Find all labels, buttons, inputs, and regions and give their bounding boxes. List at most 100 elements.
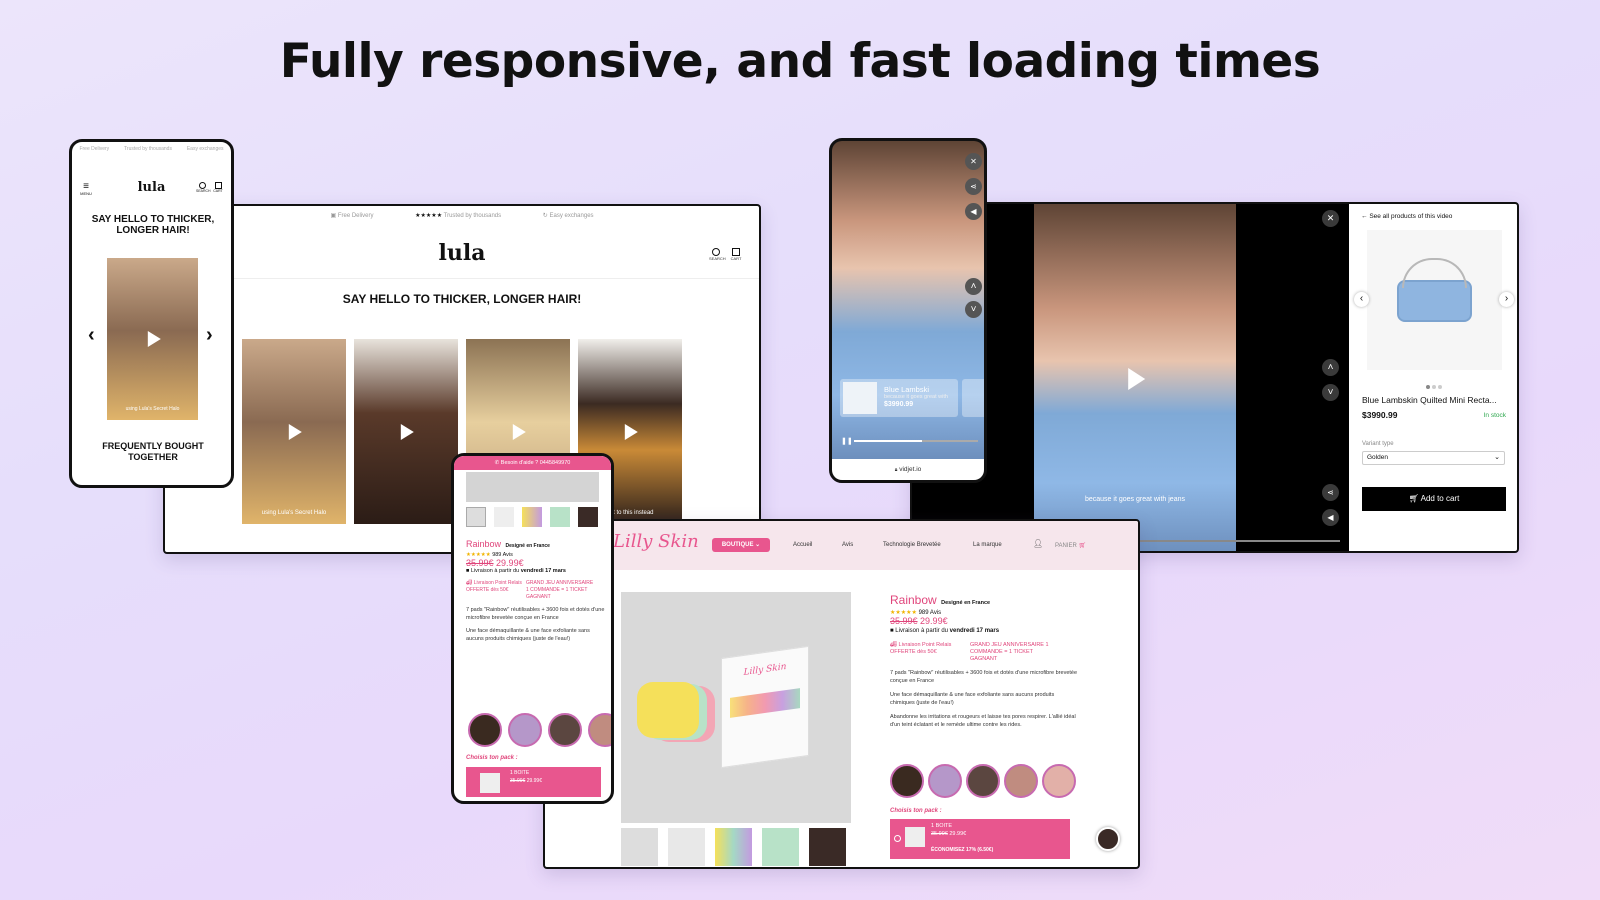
thumbnail[interactable] bbox=[578, 507, 598, 527]
thumbnail[interactable] bbox=[668, 828, 705, 866]
pause-button[interactable]: ❚❚ bbox=[841, 437, 853, 445]
choose-pack-label: Choisis ton pack : bbox=[466, 755, 518, 761]
panier-button[interactable]: PANIER 🛒︎ bbox=[1055, 542, 1086, 549]
video-thumb[interactable] bbox=[928, 764, 962, 798]
vidjet-mobile-window: ✕ ⋖ ◀ ˄ ˅ Blue Lambski because it goes g… bbox=[829, 138, 987, 483]
delivery-prefix: Livraison à partir du bbox=[895, 628, 948, 634]
cart-icon: 🛒︎ bbox=[1078, 543, 1087, 549]
video-thumb[interactable] bbox=[890, 764, 924, 798]
video-thumb[interactable] bbox=[966, 764, 1000, 798]
lula-desktop-heading: SAY HELLO TO THICKER, LONGER HAIR! bbox=[342, 292, 582, 306]
video-thumb[interactable] bbox=[1042, 764, 1076, 798]
add-to-cart-button[interactable]: 🛒︎ Add to cart bbox=[1362, 487, 1506, 511]
close-icon: ✕ bbox=[1326, 213, 1335, 223]
thumbnail[interactable] bbox=[621, 828, 658, 866]
product-info: Rainbow Designé en France ★★★★★ 989 Avis… bbox=[890, 591, 1080, 729]
lilly-logo[interactable]: Lilly Skin bbox=[613, 531, 699, 552]
close-button[interactable]: ✕ bbox=[1322, 210, 1339, 227]
help-bar[interactable]: ✆ Besoin d'aide ? 0445849970 bbox=[454, 456, 611, 470]
divider bbox=[165, 278, 759, 279]
chevron-up-icon: ˄ bbox=[970, 281, 977, 292]
image-dots bbox=[1349, 376, 1517, 394]
video-thumb[interactable] bbox=[588, 713, 611, 747]
product-mini-subtitle: because it goes great with bbox=[884, 394, 948, 400]
product-mini-card[interactable]: Blue Lambski because it goes great with … bbox=[840, 379, 958, 417]
chat-avatar[interactable] bbox=[1096, 827, 1120, 851]
product-mini-card-2[interactable] bbox=[962, 379, 984, 417]
search-icon bbox=[712, 248, 720, 256]
lula-mobile-cart-button[interactable]: CART bbox=[212, 182, 224, 193]
next-video-button[interactable]: ˅ bbox=[1322, 384, 1339, 401]
box-icon: ▣ bbox=[330, 213, 337, 219]
close-button[interactable]: ✕ bbox=[965, 153, 982, 170]
share-button[interactable]: ⋖ bbox=[965, 178, 982, 195]
pack-image bbox=[480, 773, 500, 793]
lula-desktop-search-button[interactable]: SEARCH bbox=[709, 248, 726, 261]
page-headline: Fully responsive, and fast loading times bbox=[279, 34, 1321, 89]
image-next-button[interactable]: › bbox=[1499, 292, 1514, 307]
thumbnail[interactable] bbox=[715, 828, 752, 866]
new-price: 29.99€ bbox=[496, 558, 524, 568]
thumbnail[interactable] bbox=[494, 507, 514, 527]
video-card-1[interactable]: using Lula's Secret Halo bbox=[242, 339, 346, 524]
share-button[interactable]: ⋖ bbox=[1322, 484, 1339, 501]
sound-button[interactable]: ◀ bbox=[965, 203, 982, 220]
description-1: 7 pads "Rainbow" réutilisables + 3600 fo… bbox=[466, 607, 605, 621]
nav-accueil[interactable]: Accueil bbox=[793, 542, 812, 548]
help-text: Besoin d'aide ? 0445849970 bbox=[500, 460, 571, 466]
product-name: Rainbow bbox=[890, 593, 937, 607]
mobile-video-card[interactable]: using Lula's Secret Halo bbox=[107, 258, 198, 420]
product-panel: ← See all products of this video ‹ › Blu… bbox=[1349, 204, 1517, 551]
radio-button[interactable] bbox=[894, 835, 901, 842]
new-price: 29.99€ bbox=[920, 616, 948, 626]
nav-la-marque[interactable]: La marque bbox=[973, 542, 1002, 548]
previous-video-button[interactable]: ˄ bbox=[965, 278, 982, 295]
pack-option[interactable]: 1 BOITE 35.99€ 29.99€ bbox=[466, 767, 601, 797]
video-thumb[interactable] bbox=[548, 713, 582, 747]
thumbnail[interactable] bbox=[466, 507, 486, 527]
pack-old-price: 35.99€ bbox=[510, 778, 526, 784]
sound-button[interactable]: ◀ bbox=[1322, 509, 1339, 526]
lula-desktop-logo[interactable]: lula bbox=[165, 240, 759, 266]
thumbnail[interactable] bbox=[809, 828, 846, 866]
back-link[interactable]: ← See all products of this video bbox=[1361, 213, 1452, 220]
next-video-button[interactable]: ˅ bbox=[965, 301, 982, 318]
variant-select[interactable]: Golden ⌄ bbox=[1362, 451, 1505, 465]
carousel-next-button[interactable]: › bbox=[206, 324, 213, 347]
cart-label: CART bbox=[213, 189, 223, 193]
sound-icon: ◀ bbox=[1327, 513, 1334, 522]
product-mini-image bbox=[843, 382, 877, 414]
video-card-2[interactable] bbox=[354, 339, 458, 524]
stars-icon: ★★★★★ bbox=[415, 213, 443, 219]
pack-option[interactable]: 1 BOITE 35.99€ 29.99€ ÉCONOMISEZ 17% (6.… bbox=[890, 819, 1070, 859]
thumbnail[interactable] bbox=[522, 507, 542, 527]
play-icon bbox=[147, 331, 161, 347]
topbar-exchanges: Easy exchanges bbox=[549, 213, 594, 219]
lula-mobile-search-button[interactable]: SEARCH bbox=[196, 182, 211, 193]
pack-new-price: 29.99€ bbox=[949, 831, 967, 837]
truck-icon: 🚚︎ bbox=[466, 580, 473, 586]
nav-technologie[interactable]: Technologie Brevetée bbox=[883, 542, 941, 548]
thumbnail[interactable] bbox=[762, 828, 799, 866]
previous-video-button[interactable]: ˄ bbox=[1322, 359, 1339, 376]
mobile-progress-bar[interactable] bbox=[854, 440, 978, 442]
video-thumb[interactable] bbox=[1004, 764, 1038, 798]
video-player[interactable]: because it goes great with jeans bbox=[1034, 204, 1236, 551]
nav-boutique[interactable]: BOUTIQUE ⌄ bbox=[712, 538, 770, 552]
box-brand: Lilly Skin bbox=[743, 661, 787, 679]
topbar-trusted: Trusted by thousands bbox=[443, 213, 502, 219]
product-name: Rainbow bbox=[466, 539, 502, 549]
lilly-mobile-window: ✆ Besoin d'aide ? 0445849970 Rainbow Des… bbox=[451, 453, 614, 804]
carousel-prev-button[interactable]: ‹ bbox=[88, 324, 95, 347]
thumbnail[interactable] bbox=[550, 507, 570, 527]
browser-url-bar[interactable]: 🔒︎ vidjet.io bbox=[832, 459, 984, 480]
video-thumb[interactable] bbox=[468, 713, 502, 747]
product-title: Blue Lambskin Quilted Mini Recta... bbox=[1362, 395, 1497, 405]
lula-desktop-cart-button[interactable]: CART bbox=[729, 248, 743, 261]
account-icon[interactable]: 👤︎ bbox=[1033, 539, 1043, 548]
video-thumb[interactable] bbox=[508, 713, 542, 747]
lilly-desktop-header: Lilly Skin BOUTIQUE ⌄ Accueil Avis Techn… bbox=[545, 521, 1138, 570]
image-prev-button[interactable]: ‹ bbox=[1354, 292, 1369, 307]
nav-avis[interactable]: Avis bbox=[842, 542, 853, 548]
designed-label: Designé en France bbox=[941, 600, 991, 606]
